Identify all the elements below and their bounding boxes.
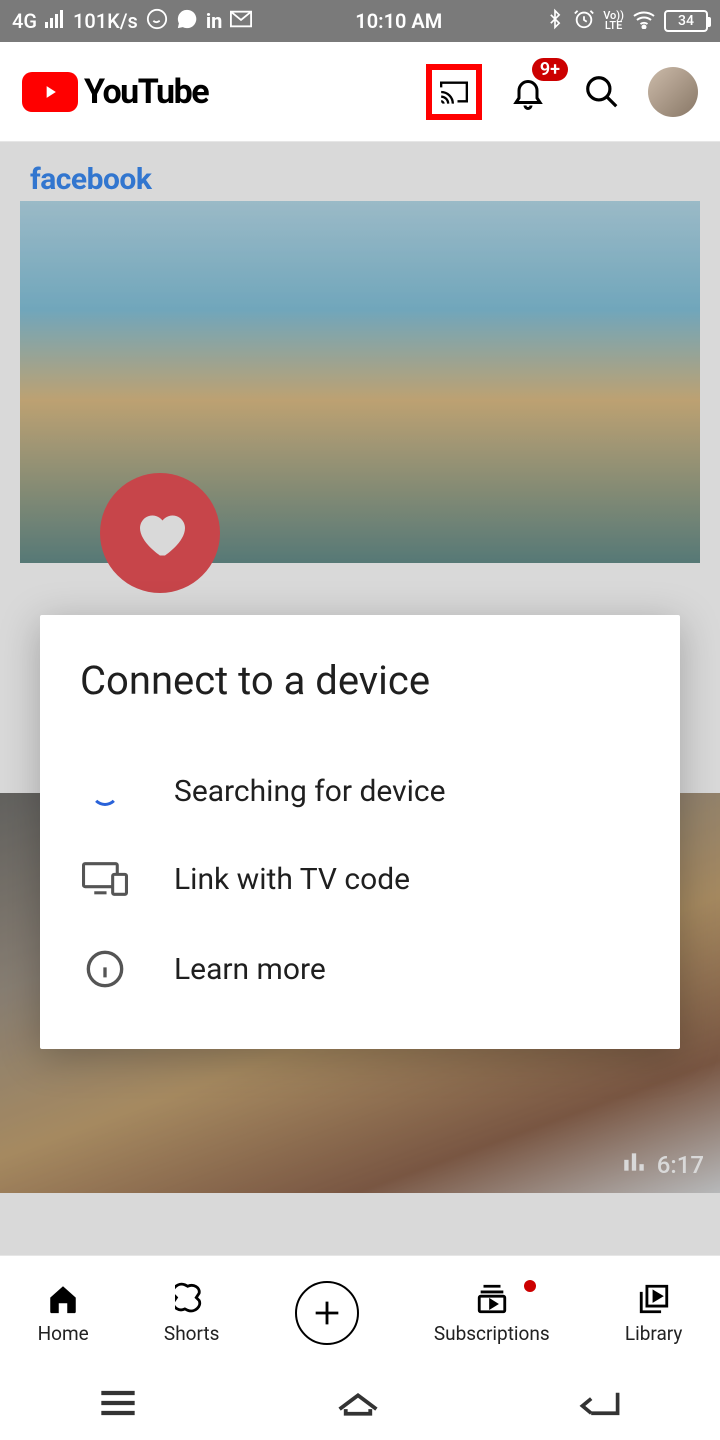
bottom-nav: Home Shorts Subscriptions Library [0,1255,720,1370]
net-speed: 101K/s [73,9,138,33]
system-nav [0,1370,720,1440]
search-button[interactable] [574,64,630,120]
notifications-button[interactable]: 9+ [500,64,556,120]
nav-library[interactable]: Library [625,1282,683,1345]
signal-icon [45,9,65,33]
equalizer-icon [621,1149,647,1181]
learn-more-row[interactable]: Learn more [80,923,640,1015]
nav-shorts[interactable]: Shorts [164,1282,220,1345]
info-icon [80,949,130,989]
plus-icon [295,1281,359,1345]
youtube-logo[interactable]: YouTube [22,72,208,112]
recent-apps-button[interactable] [98,1388,138,1422]
linkedin-icon: in [206,9,223,33]
avatar[interactable] [648,67,698,117]
cast-button[interactable] [426,64,482,120]
clock: 10:10 AM [355,9,442,33]
dialog-title: Connect to a device [80,657,640,704]
mail-icon [230,9,252,33]
alarm-icon [573,8,595,35]
searching-row: Searching for device [80,748,640,835]
app-bar: YouTube 9+ [0,42,720,142]
nav-subscriptions[interactable]: Subscriptions [434,1282,550,1345]
nav-create[interactable] [295,1281,359,1345]
sponsor-label: facebook [0,142,720,201]
subscription-dot [524,1280,536,1292]
spinner-icon [91,778,119,806]
network-type: 4G [12,9,37,33]
devices-icon [80,861,130,897]
bluetooth-icon [545,8,565,35]
volte-icon: Vo)) LTE [603,11,624,31]
back-button[interactable] [578,1388,622,1422]
ad-thumbnail[interactable] [20,201,700,563]
status-bar: 4G 101K/s in 10:10 AM Vo)) LTE 34 [0,0,720,42]
cast-dialog: Connect to a device Searching for device… [40,615,680,1049]
chat-icon [176,8,198,35]
nav-home[interactable]: Home [38,1282,89,1345]
video-duration: 6:17 [621,1149,704,1181]
home-button[interactable] [335,1388,381,1422]
heart-reaction-icon [100,473,220,593]
battery-icon: 34 [664,10,708,32]
link-tv-code-row[interactable]: Link with TV code [80,835,640,923]
wifi-icon [632,9,656,34]
whatsapp-icon [146,8,168,35]
notification-badge: 9+ [532,58,568,81]
feed: facebook ⋮ 6:17 Connect to a device Sear… [0,142,720,1255]
brand-text: YouTube [84,72,208,112]
